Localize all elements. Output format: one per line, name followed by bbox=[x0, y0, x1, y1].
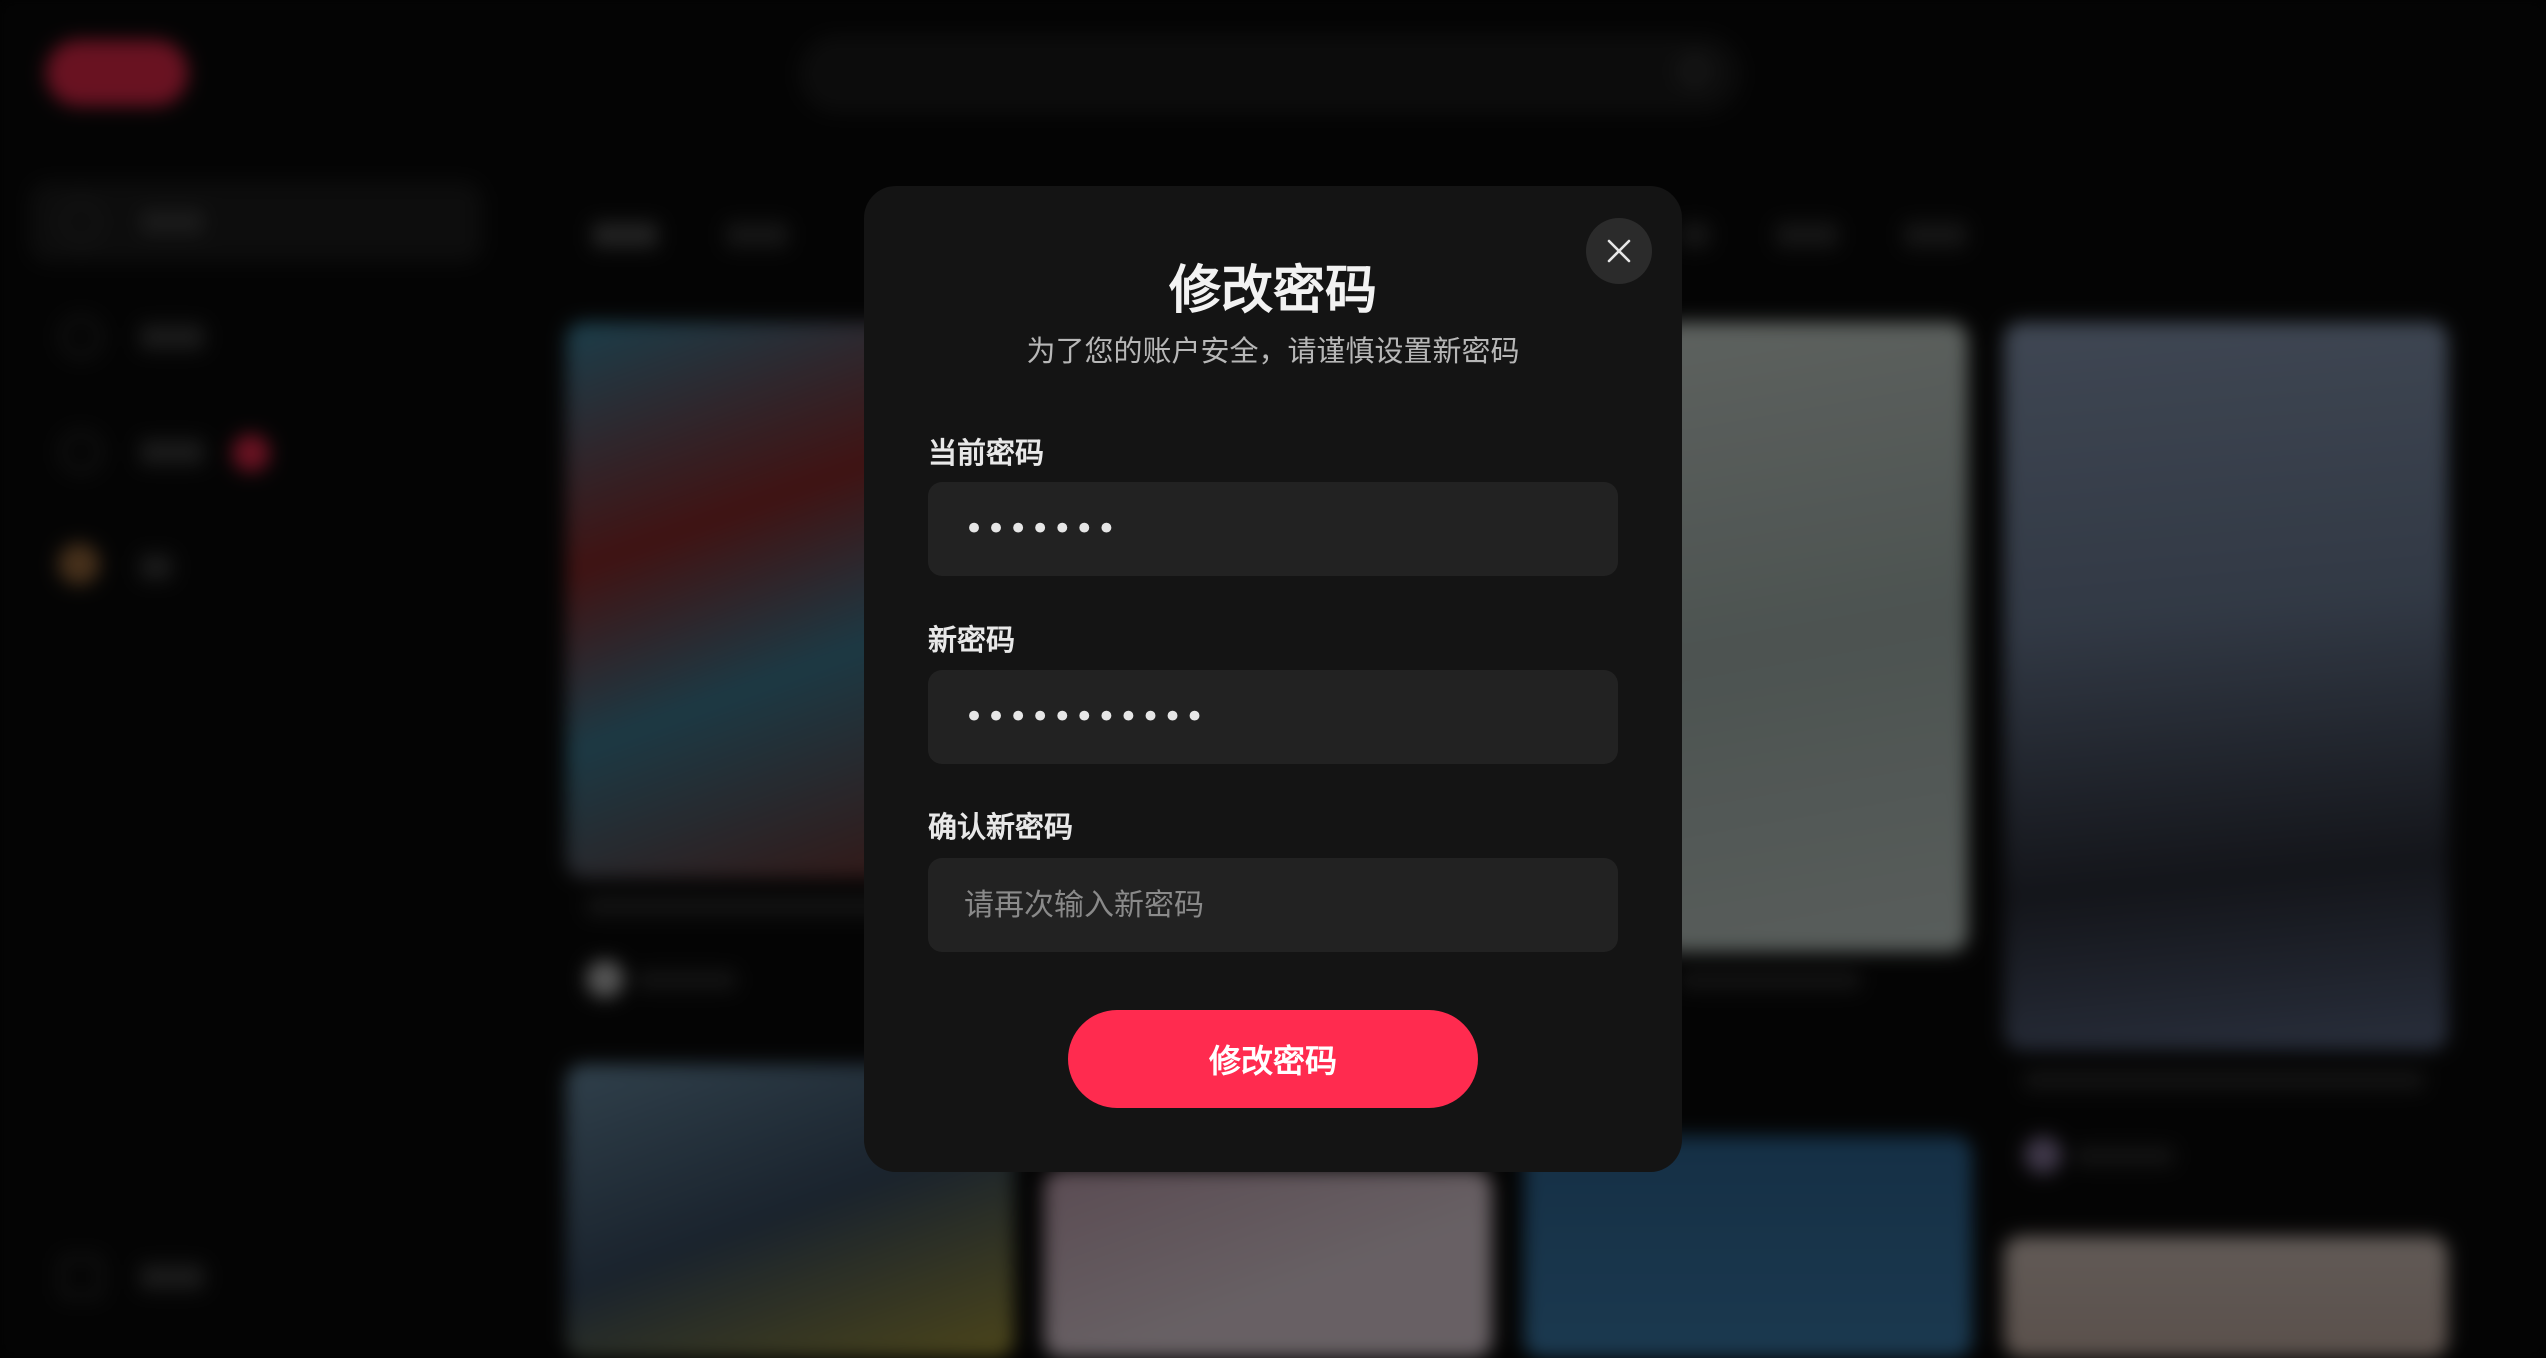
current-password-field[interactable] bbox=[928, 482, 1618, 576]
new-password-field[interactable] bbox=[928, 670, 1618, 764]
new-password-label: 新密码 bbox=[928, 623, 1016, 657]
dialog-subtitle: 为了您的账户安全，请谨慎设置新密码 bbox=[1026, 334, 1520, 368]
app-screen: 修改密码 为了您的账户安全，请谨慎设置新密码 当前密码 新密码 确认新密码 修改… bbox=[0, 0, 2546, 1358]
dialog-title: 修改密码 bbox=[1168, 261, 1377, 321]
change-password-button[interactable]: 修改密码 bbox=[1068, 1010, 1478, 1108]
current-password-label: 当前密码 bbox=[928, 436, 1045, 470]
change-password-dialog: 修改密码 为了您的账户安全，请谨慎设置新密码 当前密码 新密码 确认新密码 修改… bbox=[864, 186, 1682, 1172]
confirm-password-field[interactable] bbox=[928, 858, 1618, 952]
confirm-password-label: 确认新密码 bbox=[928, 810, 1074, 844]
